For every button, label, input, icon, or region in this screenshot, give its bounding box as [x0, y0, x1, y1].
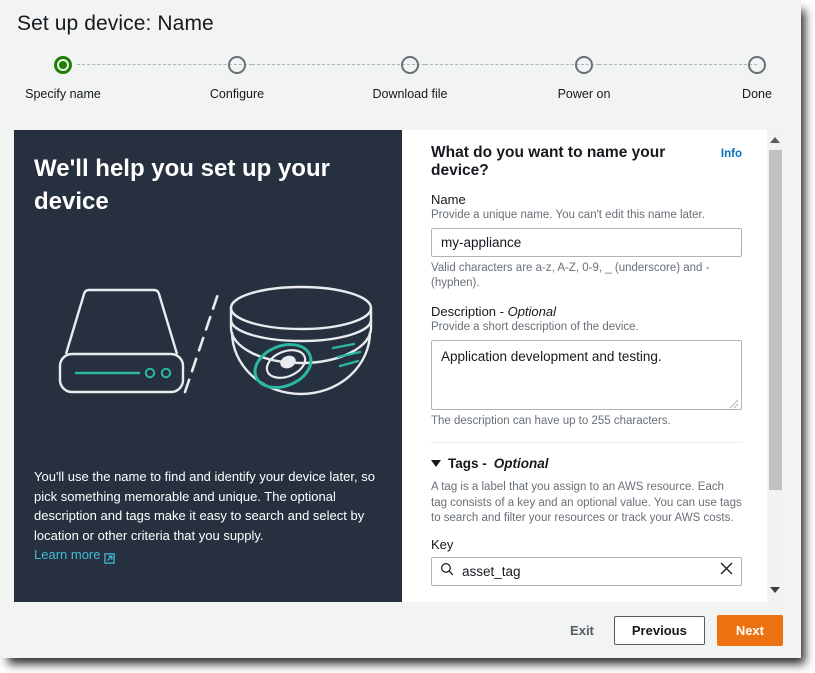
scroll-down-button[interactable]: [767, 582, 782, 598]
section-divider: [431, 442, 742, 443]
name-input-value: my-appliance: [441, 235, 521, 250]
help-panel-heading: We'll help you set up your device: [34, 152, 354, 218]
description-textarea[interactable]: Application development and testing.: [431, 340, 742, 410]
form-scrollbar[interactable]: [766, 130, 782, 602]
tag-key-value: asset_tag: [462, 564, 712, 579]
step-dot-wrap: [3, 52, 123, 78]
name-input[interactable]: my-appliance: [431, 228, 742, 257]
form-heading: What do you want to name your device?: [431, 144, 711, 180]
description-textarea-value: Application development and testing.: [441, 349, 662, 364]
form-scroll-content: What do you want to name your device? In…: [402, 130, 760, 602]
previous-button[interactable]: Previous: [614, 616, 705, 645]
help-panel: We'll help you set up your device: [14, 130, 402, 602]
learn-more-link[interactable]: Learn more: [34, 545, 115, 565]
tag-key-input[interactable]: asset_tag: [431, 557, 742, 586]
setup-wizard-window: Set up device: Name Specify name Configu…: [0, 0, 801, 658]
step-dot-wrap: [350, 52, 470, 78]
page-title: Set up device: Name: [17, 12, 214, 36]
form-panel: What do you want to name your device? In…: [402, 130, 782, 602]
wizard-step-indicator: Specify name Configure Download file Pow…: [17, 52, 783, 110]
wizard-step-label: Configure: [177, 87, 297, 101]
help-panel-body-text: You'll use the name to find and identify…: [34, 469, 375, 543]
wizard-step-done[interactable]: Done: [697, 52, 801, 101]
tags-label-text: Tags -: [448, 456, 487, 471]
search-icon: [440, 562, 454, 581]
description-label-text: Description -: [431, 304, 504, 319]
tag-key-label: Key: [431, 537, 742, 552]
step-circle-active-icon: [54, 56, 72, 74]
scroll-up-button[interactable]: [767, 132, 782, 148]
triangle-up-icon: [770, 137, 780, 143]
description-field-hint: The description can have up to 255 chara…: [431, 414, 742, 429]
caret-down-icon: [431, 460, 441, 467]
step-dot-wrap: [697, 52, 801, 78]
tags-optional-tag: Optional: [494, 456, 549, 471]
info-link[interactable]: Info: [721, 148, 742, 160]
name-field-group: Name Provide a unique name. You can't ed…: [431, 192, 742, 291]
next-button[interactable]: Next: [717, 615, 783, 646]
step-dot-wrap: [524, 52, 644, 78]
tags-description: A tag is a label that you assign to an A…: [431, 480, 742, 527]
learn-more-label: Learn more: [34, 545, 100, 565]
name-field-label: Name: [431, 192, 742, 207]
exit-button[interactable]: Exit: [562, 623, 602, 638]
wizard-step-label: Power on: [524, 87, 644, 101]
wizard-body: We'll help you set up your device: [14, 130, 782, 602]
wizard-step-download-file[interactable]: Download file: [350, 52, 470, 101]
wizard-footer: Exit Previous Next: [0, 602, 801, 658]
name-field-description: Provide a unique name. You can't edit th…: [431, 208, 742, 223]
tags-section-toggle[interactable]: Tags - Optional: [431, 456, 742, 471]
wizard-step-label: Download file: [350, 87, 470, 101]
description-optional-tag: Optional: [508, 304, 556, 319]
name-field-hint: Valid characters are a-z, A-Z, 0-9, _ (u…: [431, 261, 742, 291]
scrollbar-thumb[interactable]: [769, 150, 782, 490]
form-heading-row: What do you want to name your device? In…: [431, 144, 742, 180]
description-field-group: Description - Optional Provide a short d…: [431, 304, 742, 429]
wizard-step-configure[interactable]: Configure: [177, 52, 297, 101]
tags-section: Tags - Optional A tag is a label that yo…: [431, 456, 742, 602]
step-circle-icon: [228, 56, 246, 74]
resize-handle-icon[interactable]: [728, 396, 739, 407]
step-circle-icon: [748, 56, 766, 74]
step-dot-wrap: [177, 52, 297, 78]
external-link-icon: [104, 550, 115, 561]
wizard-step-label: Done: [697, 87, 801, 101]
wizard-step-power-on[interactable]: Power on: [524, 52, 644, 101]
step-circle-icon: [401, 56, 419, 74]
step-circle-icon: [575, 56, 593, 74]
triangle-down-icon: [770, 587, 780, 593]
description-field-label: Description - Optional: [431, 304, 742, 319]
appliance-and-dome-camera-illustration: [38, 270, 378, 415]
description-field-description: Provide a short description of the devic…: [431, 320, 742, 335]
footer-actions: Exit Previous Next: [562, 615, 783, 646]
wizard-step-label: Specify name: [3, 87, 123, 101]
close-icon[interactable]: [720, 562, 733, 580]
wizard-step-specify-name[interactable]: Specify name: [3, 52, 123, 101]
help-panel-body: You'll use the name to find and identify…: [34, 467, 382, 565]
